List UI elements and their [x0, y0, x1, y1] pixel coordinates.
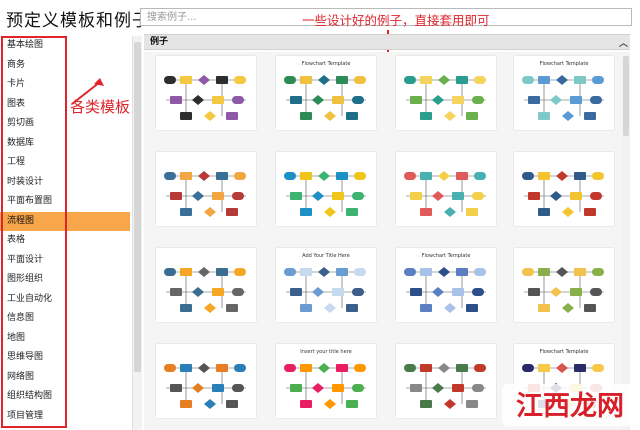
sidebar-item[interactable]: 思维导图: [0, 348, 130, 368]
template-thumbnail[interactable]: Insert your title here: [276, 344, 376, 418]
sidebar-item[interactable]: 地图: [0, 329, 130, 349]
sidebar-item[interactable]: 工程: [0, 153, 130, 173]
template-thumbnail[interactable]: [156, 344, 256, 418]
section-title: 例子: [150, 37, 169, 47]
sidebar-item[interactable]: 图形组织: [0, 270, 130, 290]
template-thumbnail[interactable]: [396, 344, 496, 418]
template-thumbnail[interactable]: Flowchart Template: [396, 248, 496, 322]
template-thumbnail[interactable]: [514, 152, 614, 226]
section-header: 例子 ︿: [144, 34, 630, 50]
sidebar-scrollbar[interactable]: [132, 36, 142, 430]
thumbnail-title: Add Your Title Here: [302, 253, 350, 259]
sidebar-item[interactable]: 流程图: [0, 211, 130, 231]
template-thumbnail[interactable]: [156, 56, 256, 130]
watermark-text: 江西龙网: [516, 391, 624, 422]
page-title: 预定义模板和例子: [6, 11, 150, 31]
sidebar-item[interactable]: 基本绘图: [0, 36, 130, 56]
sidebar-item[interactable]: 项目管理: [0, 407, 130, 427]
sidebar-item[interactable]: 数据库: [0, 134, 130, 154]
sidebar-item[interactable]: 时装设计: [0, 173, 130, 193]
template-thumbnail[interactable]: [276, 152, 376, 226]
thumbnail-grid: Flowchart Template Flowchart Template Add …: [144, 52, 630, 430]
template-thumbnail[interactable]: [396, 152, 496, 226]
sidebar-item[interactable]: 网络图: [0, 368, 130, 388]
template-thumbnail[interactable]: Add Your Title Here: [276, 248, 376, 322]
sidebar-item[interactable]: 商务: [0, 56, 130, 76]
template-thumbnail[interactable]: [156, 152, 256, 226]
sidebar-item[interactable]: 平面设计: [0, 251, 130, 271]
annotation-categories: 各类模板: [70, 98, 131, 116]
template-thumbnail[interactable]: Flowchart Template: [276, 56, 376, 130]
sidebar-item[interactable]: 卡片: [0, 75, 130, 95]
sidebar-item[interactable]: 工业自动化: [0, 290, 130, 310]
thumbnail-title: Flowchart Template: [540, 61, 589, 67]
sidebar-item[interactable]: 平面布置图: [0, 192, 130, 212]
annotation-examples: 一些设计好的例子，直接套用即可: [302, 13, 490, 28]
template-thumbnail[interactable]: Flowchart Template: [514, 56, 614, 130]
sidebar-scroll-thumb[interactable]: [134, 42, 141, 372]
main-scroll-thumb[interactable]: [623, 56, 629, 136]
thumbnail-title: Flowchart Template: [302, 61, 351, 67]
chevron-up-icon[interactable]: ︿: [619, 37, 628, 51]
thumbnail-title: Flowchart Template: [422, 253, 471, 259]
sidebar-item[interactable]: 表格: [0, 231, 130, 251]
thumbnail-title: Flowchart Template: [540, 349, 589, 355]
examples-panel: 例子 ︿ Flowchart Template Flowchart Templat…: [144, 34, 630, 430]
sidebar-item[interactable]: 组织结构图: [0, 387, 130, 407]
watermark-logo: 江西龙网: [502, 384, 638, 426]
sidebar-item[interactable]: 信息图: [0, 309, 130, 329]
template-thumbnail[interactable]: [156, 248, 256, 322]
template-thumbnail[interactable]: [514, 248, 614, 322]
template-thumbnail[interactable]: [396, 56, 496, 130]
thumbnail-title: Insert your title here: [300, 349, 351, 355]
main-scrollbar[interactable]: [622, 52, 630, 430]
